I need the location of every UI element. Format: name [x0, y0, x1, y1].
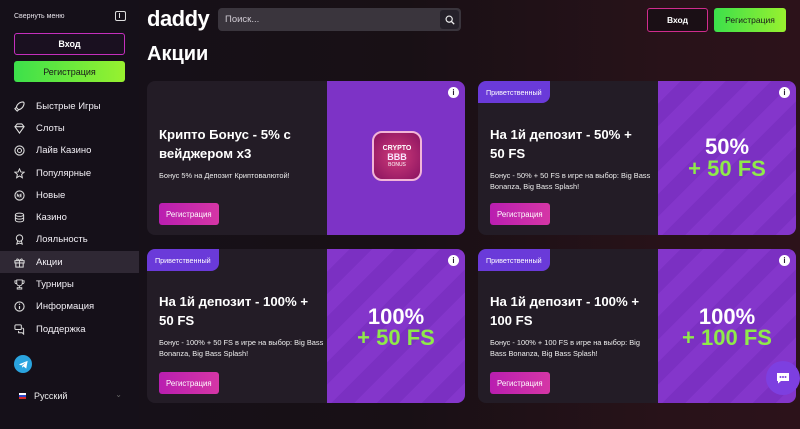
info-icon	[14, 301, 25, 312]
promo-register-button[interactable]: Регистрация	[490, 372, 550, 394]
telegram-icon[interactable]	[14, 355, 32, 373]
sidebar-item-label: Поддержка	[36, 323, 86, 335]
coins-icon	[14, 212, 25, 223]
trophy-icon	[14, 279, 25, 290]
search-input[interactable]: Поиск...	[225, 14, 259, 25]
welcome-badge: Приветственный	[478, 81, 550, 103]
info-icon[interactable]: i	[448, 255, 459, 266]
sidebar-menu: Быстрые Игры Слоты Лайв Казино Популярны…	[0, 95, 139, 340]
promo-register-button[interactable]: Регистрация	[159, 372, 219, 394]
welcome-badge: Приветственный	[478, 249, 550, 271]
logo-text: daddy	[147, 6, 210, 31]
promo-title: На 1й депозит - 50% + 50 FS	[490, 127, 632, 161]
promo-description: Бонус - 100% + 50 FS в игре на выбор: Bi…	[159, 338, 324, 358]
daddy-logo[interactable]: daddy	[147, 6, 210, 32]
sidebar-item-loyalty[interactable]: Лояльность	[0, 229, 139, 251]
sidebar-item-label: Турниры	[36, 279, 74, 291]
promo-card-crypto[interactable]: Крипто Бонус - 5% с вейджером x3 Бонус 5…	[147, 81, 465, 235]
collapse-menu-label: Свернуть меню	[14, 13, 65, 20]
star-icon	[14, 167, 25, 179]
language-label: Русский	[34, 391, 68, 401]
sidebar-item-tournaments[interactable]: Турниры	[0, 273, 139, 295]
sidebar-item-label: Информация	[36, 301, 95, 313]
sidebar-item-label: Новые	[36, 189, 66, 201]
promo-card-first-deposit-100-100[interactable]: Приветственный На 1й депозит - 100% + 10…	[478, 249, 796, 403]
promo-register-button[interactable]: Регистрация	[490, 203, 550, 225]
sidebar-item-popular[interactable]: Популярные	[0, 162, 139, 184]
sidebar-item-live-casino[interactable]: Лайв Казино	[0, 140, 139, 162]
sidebar-item-label: Акции	[36, 256, 63, 268]
chat-icon	[14, 324, 25, 335]
sidebar-item-new[interactable]: Новые	[0, 184, 139, 206]
live-chat-button[interactable]	[766, 361, 800, 395]
sidebar-collapse-icon[interactable]	[115, 11, 126, 21]
sidebar-item-information[interactable]: Информация	[0, 296, 139, 318]
gift-icon	[14, 257, 25, 268]
sidebar-item-promotions[interactable]: Акции	[0, 251, 139, 274]
sidebar-item-label: Быстрые Игры	[36, 100, 101, 112]
promo-description: Бонус - 100% + 100 FS в игре на выбор: B…	[490, 338, 640, 358]
collapse-menu-toggle[interactable]: Свернуть меню	[14, 10, 126, 24]
header-register-button[interactable]: Регистрация	[714, 8, 786, 32]
sidebar-item-slots[interactable]: Слоты	[0, 117, 139, 139]
promo-title: На 1й депозит - 100% + 100 FS	[490, 294, 640, 328]
chat-bubble-icon	[777, 373, 789, 384]
sidebar-login-button[interactable]: Вход	[14, 33, 125, 55]
sidebar-register-button[interactable]: Регистрация	[14, 61, 125, 82]
crypto-bonus-logo: CRYPTO BBB BONUS	[372, 131, 422, 181]
sidebar-item-quick-games[interactable]: Быстрые Игры	[0, 95, 139, 117]
promo-card-first-deposit-100-50[interactable]: Приветственный На 1й депозит - 100% + 50…	[147, 249, 465, 403]
welcome-badge: Приветственный	[147, 249, 219, 271]
promo-title: На 1й депозит - 100% + 50 FS	[159, 294, 309, 328]
medal-icon	[14, 234, 25, 246]
promo-banner: 100% + 50 FS i	[327, 249, 465, 403]
search-bar[interactable]: Поиск...	[218, 8, 461, 31]
new-badge-icon	[14, 190, 25, 201]
page-title: Акции	[147, 43, 209, 65]
promo-description: Бонус - 50% + 50 FS в игре на выбор: Big…	[490, 171, 651, 191]
info-icon[interactable]: i	[779, 87, 790, 98]
sidebar-item-label: Популярные	[36, 167, 92, 179]
russia-flag-icon	[19, 393, 26, 399]
sidebar: Свернуть меню Вход Регистрация Быстрые И…	[0, 0, 139, 429]
sidebar-item-label: Слоты	[36, 122, 65, 134]
chip-icon	[14, 145, 25, 156]
promo-banner: CRYPTO BBB BONUS i	[327, 81, 465, 235]
language-selector[interactable]: Русский ⌄	[19, 390, 124, 403]
info-icon[interactable]: i	[448, 87, 459, 98]
info-icon[interactable]: i	[779, 255, 790, 266]
promo-banner: 50% + 50 FS i	[658, 81, 796, 235]
banner-free-spins: + 100 FS	[682, 325, 772, 350]
banner-free-spins: + 50 FS	[357, 325, 435, 350]
search-icon	[444, 14, 455, 25]
rocket-icon	[14, 101, 25, 112]
diamond-icon	[14, 123, 25, 134]
sidebar-item-label: Лайв Казино	[36, 145, 92, 157]
sidebar-item-label: Лояльность	[36, 234, 88, 246]
sidebar-item-casino[interactable]: Казино	[0, 206, 139, 228]
promo-description: Бонус 5% на Депозит Криптовалютой!	[159, 171, 290, 180]
chevron-down-icon: ⌄	[115, 390, 122, 399]
banner-free-spins: + 50 FS	[688, 156, 766, 181]
header-login-button[interactable]: Вход	[647, 8, 708, 32]
promo-card-first-deposit-50[interactable]: Приветственный На 1й депозит - 50% + 50 …	[478, 81, 796, 235]
sidebar-item-support[interactable]: Поддержка	[0, 318, 139, 340]
search-button[interactable]	[440, 10, 459, 29]
promo-register-button[interactable]: Регистрация	[159, 203, 219, 225]
sidebar-item-label: Казино	[36, 212, 67, 224]
promo-title: Крипто Бонус - 5% с вейджером x3	[159, 127, 291, 161]
